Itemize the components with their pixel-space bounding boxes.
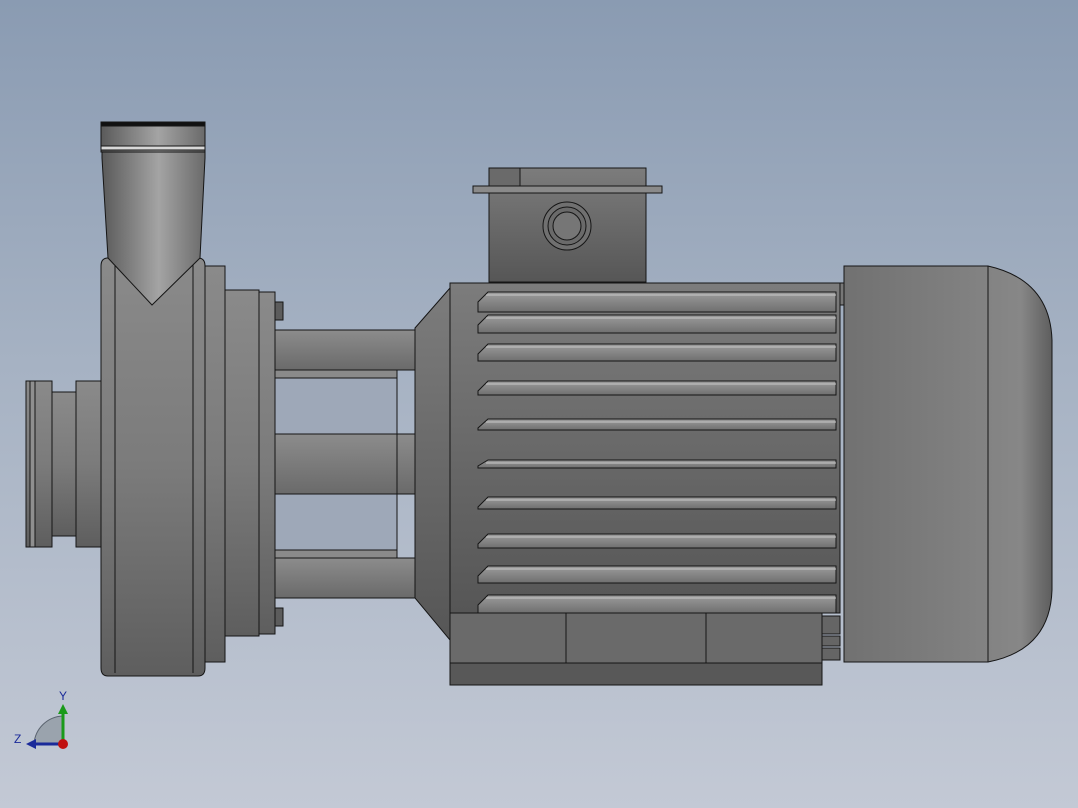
cooling-fin [477, 459, 837, 469]
z-axis-label: Z [14, 732, 21, 746]
volute-casing[interactable] [100, 257, 226, 677]
motor-feet[interactable] [449, 612, 841, 686]
model-view[interactable]: Y Z [0, 0, 1078, 808]
cooling-fin [477, 418, 837, 431]
cad-viewport[interactable]: Y Z [0, 0, 1078, 808]
pump-assembly[interactable] [25, 121, 416, 677]
electric-motor[interactable] [414, 167, 1053, 686]
back-plate[interactable] [224, 289, 276, 637]
fan-cover[interactable] [839, 265, 1053, 663]
axis-triad: Y Z [14, 689, 68, 749]
cooling-fin [477, 533, 837, 549]
shaft-housing[interactable] [274, 329, 416, 599]
y-axis-label: Y [59, 689, 67, 703]
terminal-box[interactable] [472, 167, 663, 283]
z-axis-arrow-icon [26, 739, 36, 749]
suction-inlet[interactable] [25, 380, 103, 548]
x-axis-dot-icon [58, 739, 68, 749]
cooling-fin [477, 496, 837, 510]
cooling-fin [477, 380, 837, 396]
y-axis-arrow-icon [58, 704, 68, 714]
